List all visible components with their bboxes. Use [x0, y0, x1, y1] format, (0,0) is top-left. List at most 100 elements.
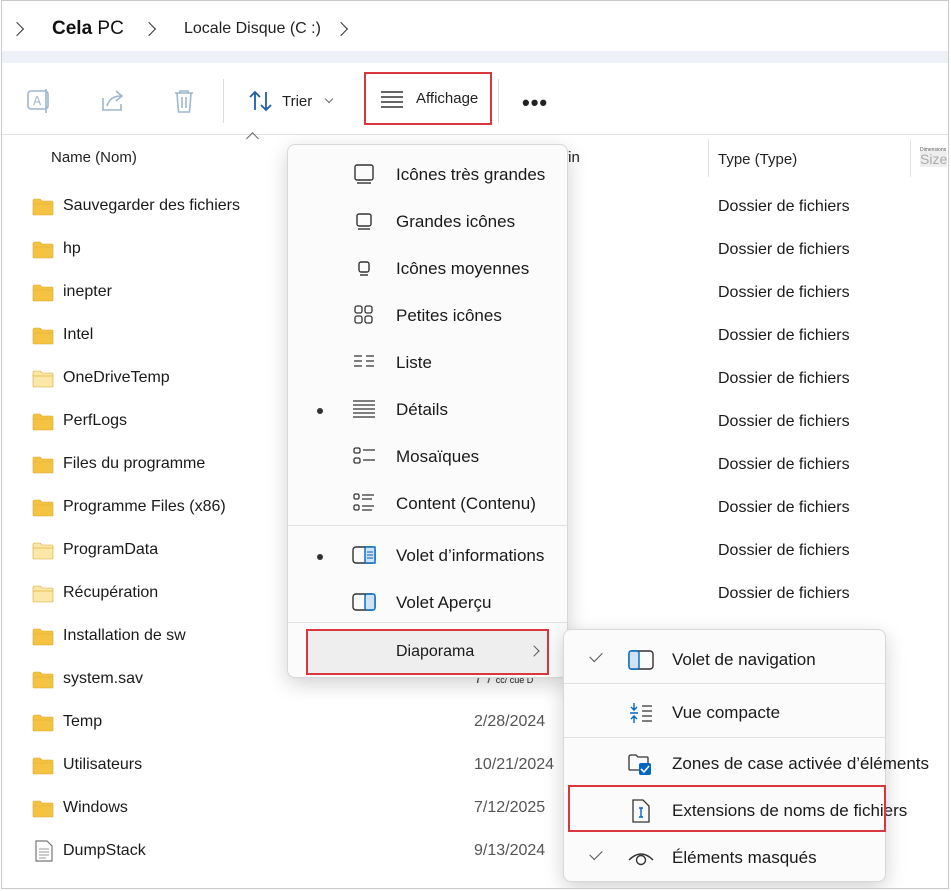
folder-icon: [32, 671, 54, 689]
selected-bullet-icon: [317, 408, 323, 414]
submenu-item-label: Zones de case activée d’éléments: [672, 754, 930, 773]
column-header-type[interactable]: Type (Type): [718, 151, 797, 168]
tiles-icon: [353, 447, 375, 464]
submenu-item-item-checkboxes[interactable]: Zones de case activée d’éléments: [564, 740, 929, 788]
breadcrumb-drive[interactable]: Locale Disque (C :): [184, 20, 321, 38]
folder-icon: [32, 370, 54, 388]
folder-icon: [32, 456, 54, 474]
small-icons-icon: [354, 305, 373, 324]
row-name: ProgramData: [63, 541, 159, 558]
folder-icon: [32, 499, 54, 517]
menu-item-mediums-icon[interactable]: Icônes moyennes: [288, 247, 567, 293]
menu-item-details[interactable]: Détails: [288, 388, 567, 434]
menu-separator: [288, 525, 567, 526]
file-icon: [34, 840, 56, 862]
menu-item-list[interactable]: Liste: [288, 341, 567, 387]
breadcrumb-this-pc[interactable]: Cela PC: [52, 18, 124, 40]
menu-item-label: Volet Aperçu: [396, 593, 492, 612]
share-icon[interactable]: [99, 88, 127, 114]
large-icons-icon: [356, 213, 372, 230]
toolbar-divider: [223, 79, 224, 123]
row-type: Dossier de fichiers: [718, 241, 850, 258]
row-name: system.sav: [63, 670, 144, 687]
row-name: Programme Files (x86): [63, 498, 226, 515]
row-name: hp: [63, 240, 81, 257]
folder-icon: [32, 757, 54, 775]
toolbar-divider: [498, 79, 499, 123]
menu-item-details-pane[interactable]: Volet d’informations: [288, 534, 567, 580]
show-menu-item[interactable]: Diaporama: [306, 629, 549, 675]
file-extensions-highlight: [568, 785, 886, 832]
chevron-right-icon[interactable]: [333, 21, 349, 37]
row-type: Dossier de fichiers: [718, 585, 850, 602]
menu-item-label: Petites icônes: [396, 306, 502, 325]
row-name: DumpStack: [63, 842, 146, 859]
chevron-right-icon[interactable]: [9, 21, 25, 37]
row-type: Dossier de fichiers: [718, 284, 850, 301]
column-divider[interactable]: [910, 139, 911, 177]
row-date: 2/28/2024: [474, 713, 545, 731]
chevron-down-icon: [325, 94, 334, 104]
row-type: Dossier de fichiers: [718, 327, 850, 344]
submenu-item-hidden-items[interactable]: Éléments masqués: [564, 834, 885, 882]
hidden-items-icon: [628, 853, 654, 866]
rename-icon[interactable]: A: [26, 88, 54, 114]
folder-icon: [32, 327, 54, 345]
view-menu: Icônes très grandes Grandes icônes Icônes …: [287, 144, 568, 678]
menu-item-smalls-icon[interactable]: Petites icônes: [288, 294, 567, 340]
item-checkboxes-icon: [628, 754, 651, 775]
sort-icon: [249, 90, 272, 112]
menu-item-label: Icônes très grandes: [396, 165, 546, 184]
menu-item-larges-icon[interactable]: Grandes icônes: [288, 200, 567, 246]
row-date-text: 10/21/2024: [474, 756, 555, 773]
menu-item-label: Détails: [396, 400, 448, 419]
submenu-item-label: Éléments masqués: [672, 848, 817, 867]
delete-icon[interactable]: [170, 88, 198, 114]
view-button[interactable]: Affichage: [364, 72, 492, 125]
row-type: Dossier de fichiers: [718, 198, 850, 215]
menu-item-label: Liste: [396, 353, 432, 372]
row-date-text: 2/28/2024: [474, 713, 546, 730]
column-header-name[interactable]: Name (Nom): [51, 149, 137, 166]
view-details-icon: [381, 90, 403, 108]
sort-button[interactable]: Trier: [248, 90, 334, 112]
row-name: Installation de sw: [63, 627, 186, 644]
row-date: 10/21/2024: [474, 756, 554, 774]
selected-bullet-icon: [317, 554, 323, 560]
menu-item-content[interactable]: Content (Contenu): [288, 482, 567, 528]
menu-item-label: Mosaïques: [396, 447, 480, 466]
row-name: Windows: [63, 799, 128, 816]
menu-item-label: Icônes moyennes: [396, 259, 530, 278]
submenu-item-compact-view[interactable]: Vue compacte: [564, 689, 885, 737]
details-pane-icon: [352, 546, 376, 564]
svg-text:A: A: [33, 94, 42, 108]
menu-separator: [288, 622, 567, 623]
folder-icon: [32, 585, 54, 603]
folder-icon: [32, 241, 54, 259]
preview-pane-icon: [352, 593, 376, 611]
submenu-item-navigation-pane[interactable]: Volet de navigation: [564, 636, 885, 684]
column-header-size[interactable]: Size: [920, 151, 948, 167]
checkmark-icon: [589, 648, 603, 663]
menu-item-label: Content (Contenu): [396, 494, 536, 513]
navigation-pane-icon: [628, 650, 654, 670]
chevron-right-icon[interactable]: [141, 21, 157, 37]
column-divider[interactable]: [708, 139, 709, 177]
menu-item-preview-pane[interactable]: Volet Aperçu: [288, 581, 567, 627]
row-type: Dossier de fichiers: [718, 456, 850, 473]
menu-item-tiles[interactable]: Mosaïques: [288, 435, 567, 481]
show-submenu: Volet de navigation Vue compacte Zones de …: [563, 629, 929, 882]
row-name: Intel: [63, 326, 94, 343]
submenu-item-label: Vue compacte: [672, 703, 781, 722]
menu-separator: [564, 737, 885, 738]
more-options-button[interactable]: •••: [522, 90, 548, 116]
folder-icon: [32, 413, 54, 431]
command-bar: A Trier Affichage •••: [2, 63, 948, 135]
menu-item-extra-larges-icon[interactable]: Icônes très grandes: [288, 153, 567, 199]
row-name: inepter: [63, 283, 112, 300]
row-date-text: 9/13/2024: [474, 842, 546, 859]
breadcrumb-root-bold: Cela: [52, 18, 93, 39]
row-name: Sauvegarder des fichiers: [63, 197, 240, 214]
row-name: OneDriveTemp: [63, 369, 170, 386]
folder-icon: [32, 714, 54, 732]
